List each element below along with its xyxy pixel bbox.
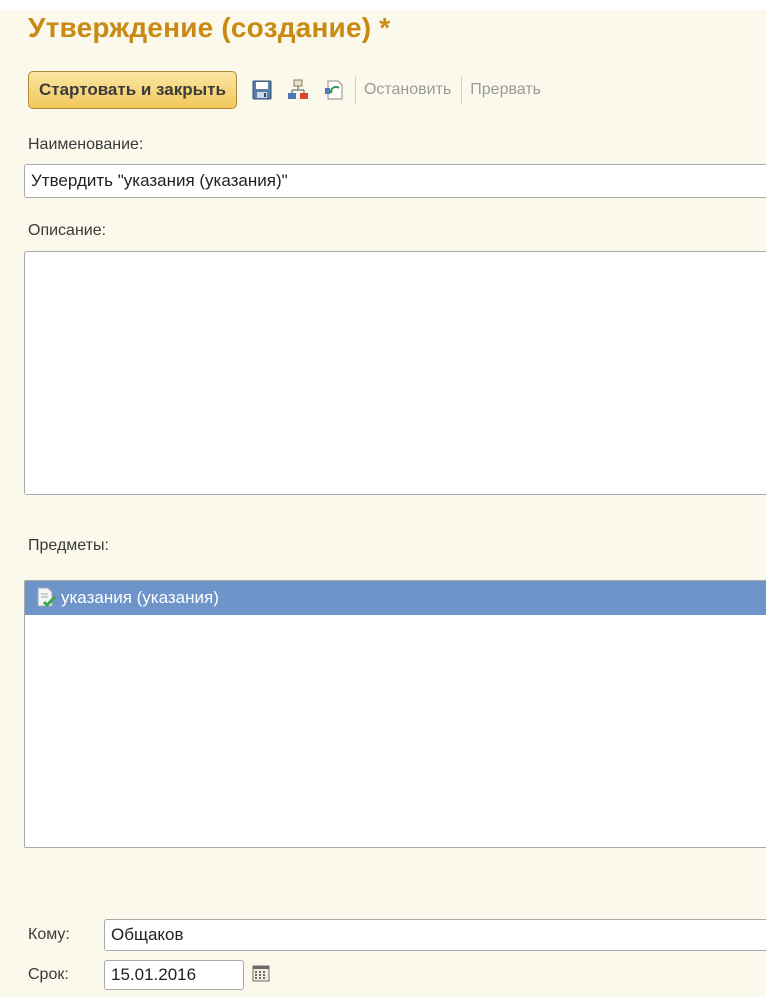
refresh-document-icon[interactable] bbox=[323, 79, 345, 101]
toolbar-separator bbox=[354, 76, 356, 104]
toolbar-separator bbox=[461, 76, 463, 104]
save-icon[interactable] bbox=[251, 79, 273, 101]
subjects-label: Предметы: bbox=[28, 537, 109, 554]
deadline-field[interactable]: 15.01.2016 bbox=[104, 960, 244, 990]
top-strip bbox=[0, 0, 766, 10]
deadline-label: Срок: bbox=[28, 966, 69, 983]
list-item[interactable]: указания (указания) bbox=[25, 581, 766, 615]
name-label: Наименование: bbox=[28, 136, 144, 153]
list-item-label: указания (указания) bbox=[61, 588, 219, 607]
calendar-icon bbox=[252, 964, 270, 987]
flowchart-icon[interactable] bbox=[287, 79, 309, 101]
abort-button[interactable]: Прервать bbox=[470, 81, 541, 99]
name-field[interactable]: Утвердить "указания (указания)" bbox=[24, 164, 766, 198]
to-field[interactable]: Общаков bbox=[104, 919, 766, 951]
document-check-icon bbox=[35, 587, 57, 609]
window-title: Утверждение (создание) * bbox=[28, 12, 391, 43]
description-field[interactable] bbox=[24, 251, 766, 495]
subjects-list[interactable]: указания (указания) bbox=[24, 580, 766, 848]
to-label: Кому: bbox=[28, 926, 70, 943]
description-label: Описание: bbox=[28, 222, 107, 239]
command-bar: Стартовать и закрыть Остановить Прервать bbox=[28, 70, 541, 110]
start-and-close-button[interactable]: Стартовать и закрыть bbox=[28, 71, 237, 109]
calendar-button[interactable] bbox=[248, 961, 274, 989]
stop-button[interactable]: Остановить bbox=[364, 81, 451, 99]
